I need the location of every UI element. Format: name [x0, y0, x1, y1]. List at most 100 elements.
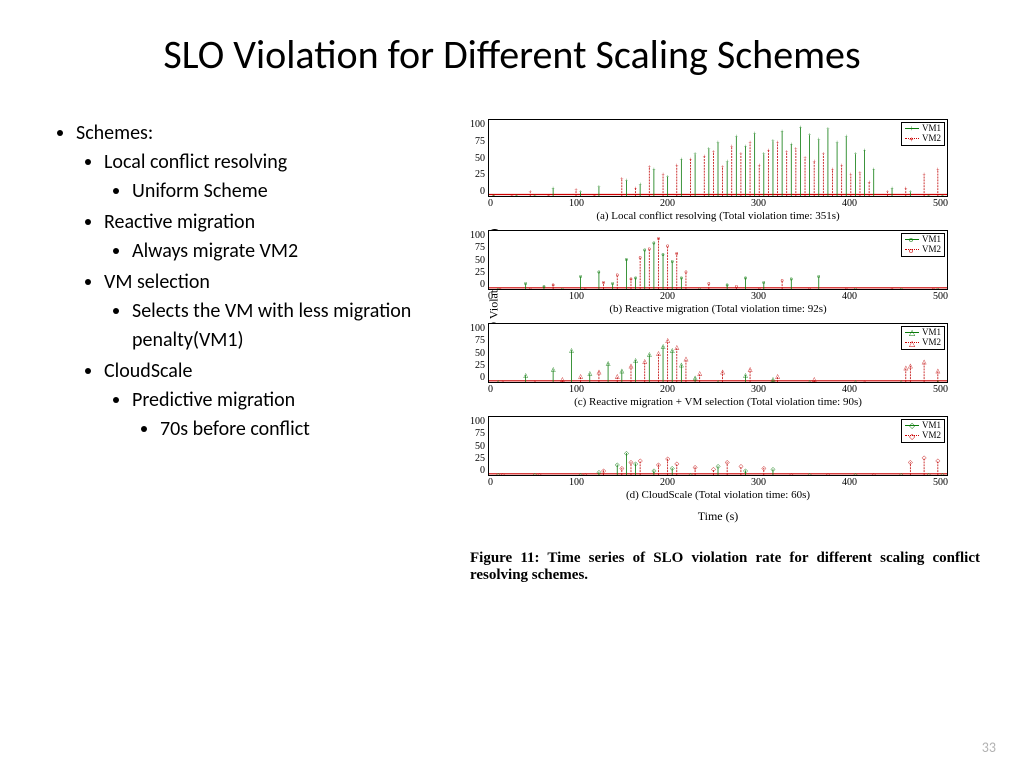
svg-text:o: o: [781, 278, 784, 284]
svg-text:+: +: [845, 135, 849, 141]
svg-text:+: +: [703, 154, 707, 160]
svg-text:o: o: [597, 270, 600, 276]
svg-text:o: o: [790, 277, 793, 283]
b4: CloudScale: [104, 359, 192, 383]
svg-text:+: +: [721, 165, 725, 171]
y-tick: 25: [475, 169, 485, 180]
svg-text:+: +: [675, 164, 679, 170]
svg-text:+: +: [634, 186, 638, 192]
y-tick: 100: [470, 416, 485, 427]
legend-item-vm2: ◇VM2: [905, 431, 941, 441]
x-tick: 200: [660, 198, 675, 209]
svg-text:◇: ◇: [601, 468, 606, 474]
svg-text:+: +: [693, 152, 697, 158]
y-tick: 75: [475, 335, 485, 346]
svg-text:△: △: [633, 358, 638, 364]
svg-text:◇: ◇: [807, 473, 812, 475]
x-tick: 200: [660, 477, 675, 488]
svg-text:+: +: [808, 133, 812, 139]
schemes-label: Schemes:: [76, 121, 153, 145]
svg-text:+: +: [854, 152, 858, 158]
svg-text:o: o: [666, 243, 669, 249]
figure-column: SLO Violation Rate (%) 1007550250+VM1+VM…: [460, 119, 994, 584]
svg-text:△: △: [569, 348, 574, 354]
svg-text:o: o: [900, 287, 903, 289]
svg-text:+: +: [922, 173, 926, 179]
figure-caption: Figure 11: Time series of SLO violation …: [470, 550, 980, 584]
y-tick: 50: [475, 153, 485, 164]
svg-text:△: △: [523, 373, 528, 379]
svg-text:△: △: [606, 361, 611, 367]
svg-text:+: +: [780, 129, 784, 135]
x-tick: 300: [751, 477, 766, 488]
svg-text:△: △: [661, 344, 666, 350]
b1a: Uniform Scheme: [132, 179, 268, 203]
y-tick: 25: [475, 453, 485, 464]
b4a: Predictive migration: [132, 388, 295, 412]
y-tick: 0: [480, 372, 485, 383]
y-tick: 75: [475, 136, 485, 147]
svg-text:△: △: [853, 380, 858, 382]
svg-text:+: +: [835, 141, 839, 147]
svg-text:△: △: [771, 377, 776, 382]
svg-text:△: △: [684, 357, 689, 363]
svg-text:o: o: [662, 252, 665, 258]
svg-text:+: +: [529, 190, 533, 196]
svg-text:△: △: [720, 370, 725, 376]
svg-text:o: o: [845, 287, 848, 289]
plot-area: oVM1oVM2oooooooooooooooooooooooooooooooo…: [488, 230, 948, 290]
svg-text:△: △: [936, 368, 941, 374]
svg-text:o: o: [808, 287, 811, 289]
svg-text:o: o: [639, 255, 642, 261]
svg-text:△: △: [597, 370, 602, 376]
svg-text:+: +: [597, 185, 601, 191]
svg-text:o: o: [542, 284, 545, 289]
svg-text:△: △: [647, 352, 652, 358]
x-tick: 0: [488, 477, 493, 488]
chart-panel-a: 1007550250+VM1+VM2++++++++++++++++++++++…: [460, 119, 970, 222]
y-ticks: 1007550250: [460, 230, 488, 290]
panel-caption: (a) Local conflict resolving (Total viol…: [488, 209, 948, 222]
svg-text:◇: ◇: [670, 466, 675, 472]
x-tick: 300: [751, 291, 766, 302]
svg-text:+: +: [890, 186, 894, 192]
x-tick: 200: [660, 384, 675, 395]
legend-label: VM2: [922, 134, 941, 144]
svg-text:+: +: [886, 190, 890, 196]
svg-text:△: △: [670, 348, 675, 354]
b3a: Selects the VM with less migration penal…: [132, 299, 411, 352]
svg-text:+: +: [858, 171, 862, 177]
charts-container: SLO Violation Rate (%) 1007550250+VM1+VM…: [460, 119, 970, 524]
x-tick: 100: [569, 477, 584, 488]
svg-text:o: o: [611, 281, 614, 287]
svg-text:+: +: [739, 152, 743, 158]
x-ticks: 0100200300400500: [488, 197, 948, 209]
svg-text:◇: ◇: [583, 473, 588, 475]
y-tick: 0: [480, 186, 485, 197]
svg-text:o: o: [726, 282, 729, 288]
y-tick: 50: [475, 348, 485, 359]
svg-text:+: +: [748, 141, 752, 147]
svg-text:△: △: [533, 380, 538, 382]
panel-caption: (c) Reactive migration + VM selection (T…: [488, 395, 948, 408]
svg-text:+: +: [753, 132, 757, 138]
x-tick: 300: [751, 198, 766, 209]
y-tick: 25: [475, 267, 485, 278]
svg-text:◇: ◇: [652, 468, 657, 474]
svg-text:o: o: [680, 275, 683, 281]
svg-text:o: o: [675, 251, 678, 257]
x-ticks: 0100200300400500: [488, 383, 948, 395]
svg-text:+: +: [725, 160, 729, 166]
x-tick: 500: [933, 384, 948, 395]
svg-text:+: +: [872, 167, 876, 173]
svg-text:o: o: [932, 287, 935, 289]
svg-text:◇: ◇: [922, 456, 927, 462]
svg-text:◇: ◇: [725, 460, 730, 466]
svg-text:◇: ◇: [633, 461, 638, 467]
svg-text:+: +: [904, 186, 908, 192]
svg-text:+: +: [707, 147, 711, 153]
svg-text:+: +: [790, 142, 794, 148]
svg-text:◇: ◇: [789, 473, 794, 475]
x-tick: 100: [569, 198, 584, 209]
legend-item-vm2: +VM2: [905, 134, 941, 144]
